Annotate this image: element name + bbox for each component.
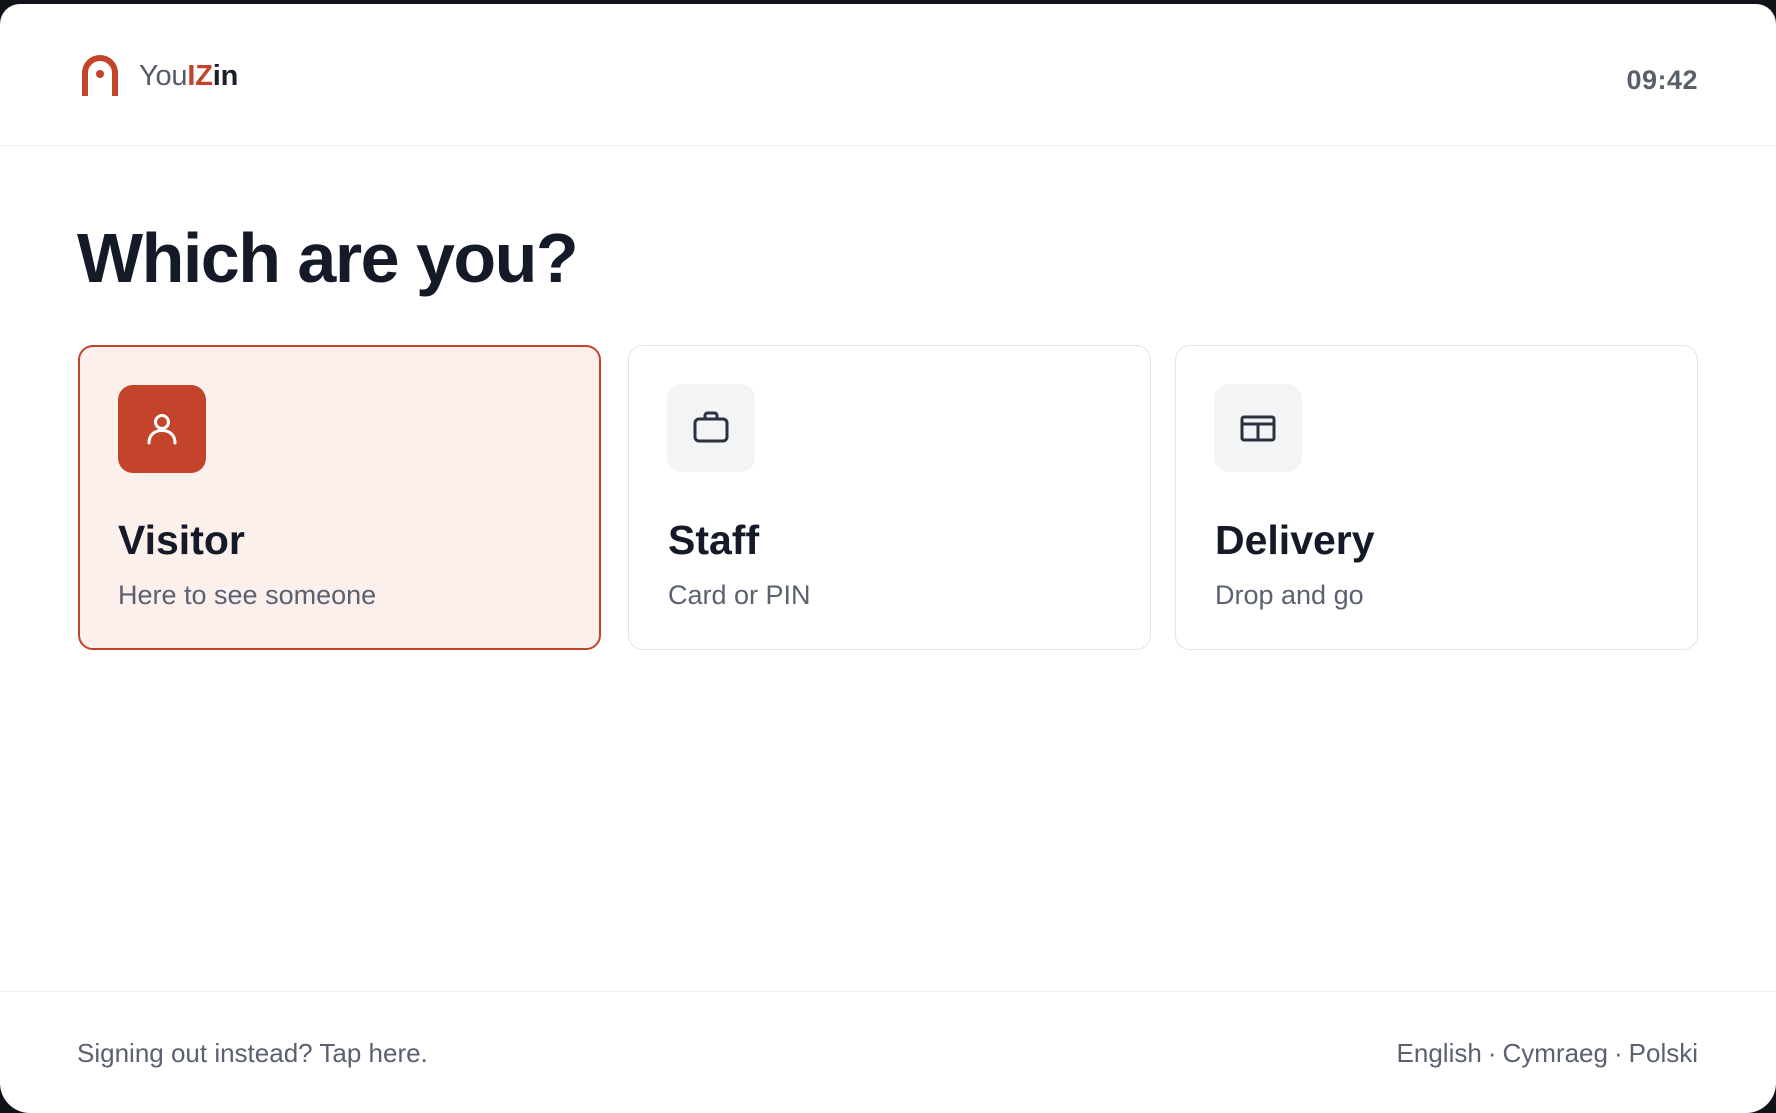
option-card-delivery[interactable]: Delivery Drop and go bbox=[1175, 345, 1698, 650]
brand-logo-icon bbox=[82, 55, 118, 96]
option-title: Staff bbox=[668, 517, 760, 563]
brand-name: YouIZin bbox=[139, 60, 238, 93]
briefcase-icon bbox=[693, 411, 729, 443]
language-option-english[interactable]: English bbox=[1397, 1038, 1482, 1069]
language-option-cymraeg[interactable]: Cymraeg bbox=[1502, 1038, 1607, 1069]
package-icon bbox=[1240, 415, 1276, 442]
option-subtitle: Card or PIN bbox=[668, 580, 811, 610]
visitor-icon-tile bbox=[118, 385, 206, 473]
delivery-icon-tile bbox=[1214, 384, 1302, 472]
sign-out-link[interactable]: Signing out instead? Tap here. bbox=[77, 1038, 428, 1069]
brand: YouIZin bbox=[80, 54, 238, 98]
option-subtitle: Here to see someone bbox=[118, 580, 377, 610]
clock: 09:42 bbox=[1626, 65, 1698, 95]
page-title: Which are you? bbox=[77, 219, 579, 297]
option-card-staff[interactable]: Staff Card or PIN bbox=[628, 345, 1151, 650]
option-subtitle: Drop and go bbox=[1215, 580, 1364, 610]
option-title: Delivery bbox=[1215, 517, 1375, 563]
staff-icon-tile bbox=[667, 384, 755, 472]
brand-name-accent: IZ bbox=[187, 59, 213, 92]
language-separator: · bbox=[1487, 1038, 1497, 1068]
language-separator: · bbox=[1613, 1038, 1623, 1068]
language-switcher: English · Cymraeg · Polski bbox=[1397, 1038, 1698, 1069]
option-card-visitor[interactable]: Visitor Here to see someone bbox=[78, 345, 601, 650]
brand-name-suffix: in bbox=[212, 59, 239, 92]
brand-name-prefix: You bbox=[139, 59, 188, 92]
language-option-polski[interactable]: Polski bbox=[1629, 1038, 1698, 1069]
person-icon bbox=[147, 414, 177, 445]
kiosk-screen: YouIZin 09:42 Which are you? Visitor Her… bbox=[0, 4, 1776, 1113]
footer-divider bbox=[0, 991, 1776, 992]
top-bar: YouIZin 09:42 bbox=[0, 4, 1776, 146]
option-title: Visitor bbox=[118, 517, 245, 563]
